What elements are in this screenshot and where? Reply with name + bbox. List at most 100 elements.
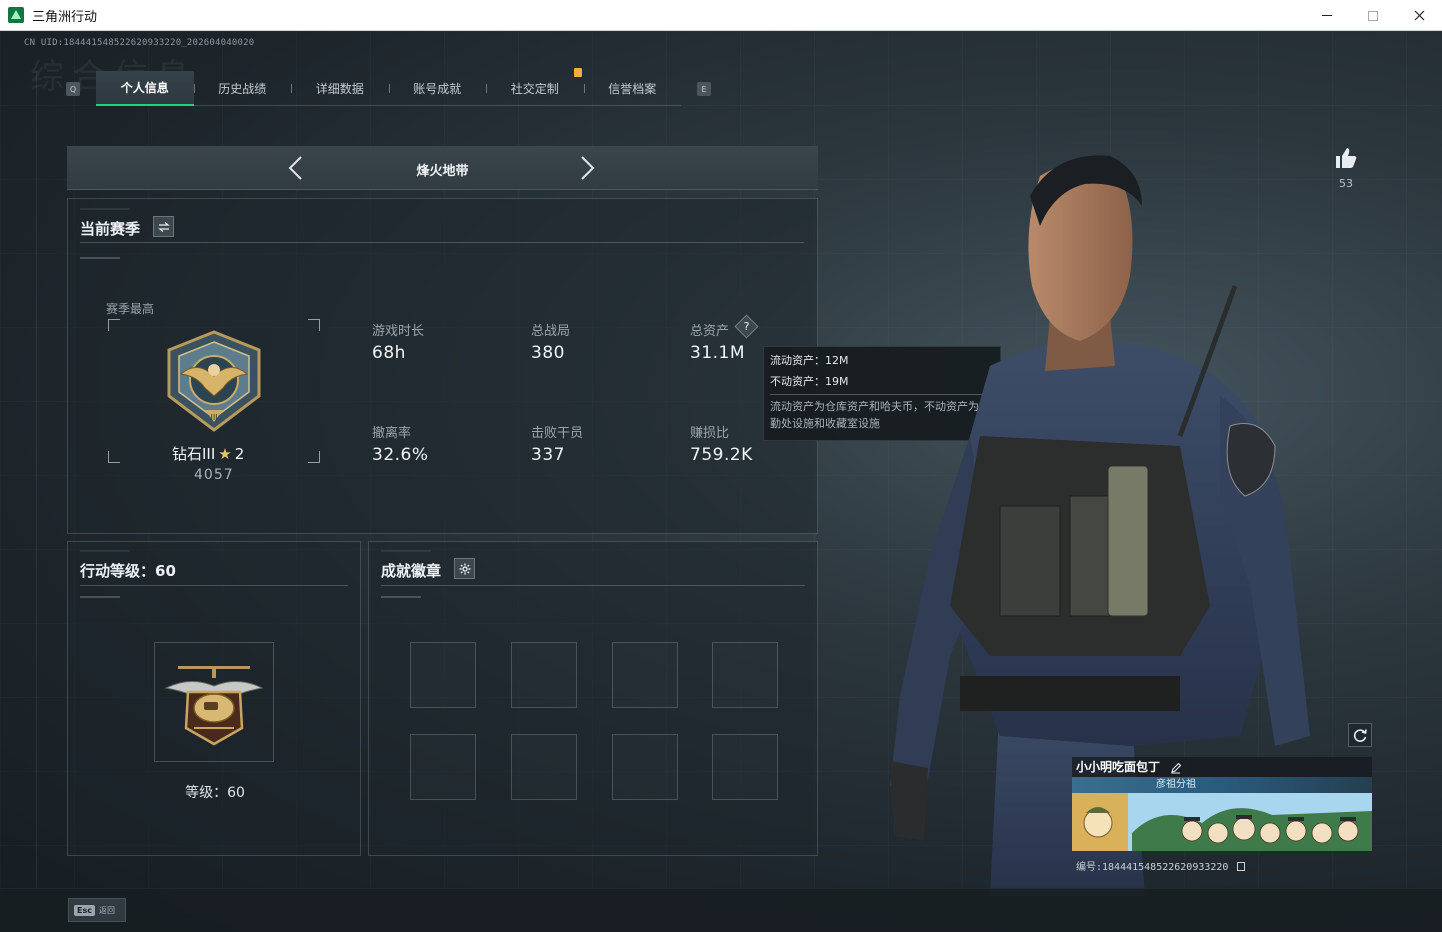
app-logo-icon <box>8 7 24 23</box>
badges-settings-button[interactable] <box>454 558 475 579</box>
switch-arrows-icon <box>157 221 170 232</box>
stat-play-time-value: 68h <box>372 343 406 363</box>
season-panel: 当前赛季 赛季最高 III 钻石III ★ 2 4057 游戏时长 68h 总战… <box>67 198 818 534</box>
tab-next-key-hint[interactable]: E <box>697 82 711 96</box>
tab-personal-info[interactable]: 个人信息 <box>96 71 194 106</box>
thumbs-up-icon <box>1336 148 1357 168</box>
frame-corner <box>108 319 120 331</box>
player-name-row: 小小明吃面包丁 <box>1072 757 1372 777</box>
stat-total-assets-value: 31.1M <box>690 343 746 363</box>
maximize-button[interactable] <box>1350 0 1396 31</box>
stat-play-time-label: 游戏时长 <box>372 324 425 339</box>
helicopter-level-emblem-icon <box>164 666 264 746</box>
star-icon: ★ <box>218 444 232 463</box>
badge-slot[interactable] <box>410 734 476 800</box>
stat-total-assets-label: 总资产 <box>690 324 730 339</box>
back-button[interactable]: Esc 返回 <box>68 898 126 922</box>
tab-achievements[interactable]: 账号成就 <box>388 71 487 106</box>
badge-slot[interactable] <box>612 734 678 800</box>
player-banner-image <box>1072 793 1372 851</box>
uid-text: CN UID:18444154852262093322​0_2026040400… <box>24 38 255 48</box>
player-serial: 编号:1844415485226209332​20 <box>1076 858 1246 873</box>
decor-line <box>36 71 37 891</box>
panel-decor <box>381 550 431 552</box>
edit-pencil-icon[interactable] <box>1170 762 1182 774</box>
minimize-button[interactable] <box>1304 0 1350 31</box>
season-peak-label: 赛季最高 <box>106 302 155 316</box>
panel-divider <box>80 585 348 586</box>
badge-slot[interactable] <box>410 642 476 708</box>
badge-slot[interactable] <box>712 734 778 800</box>
stat-total-matches-label: 总战局 <box>531 324 571 339</box>
svg-text:III: III <box>210 413 217 422</box>
copy-icon[interactable] <box>1237 862 1246 871</box>
panel-divider <box>381 585 805 586</box>
panel-decor <box>80 596 120 598</box>
player-name-card: 小小明吃面包丁 彦祖分祖 <box>1072 757 1372 854</box>
rank-name: 钻石III <box>172 445 216 463</box>
badges-panel: 成就徽章 <box>368 541 818 856</box>
badges-title: 成就徽章 <box>381 562 442 580</box>
panel-decor <box>80 550 130 552</box>
frame-corner <box>308 451 320 463</box>
stat-extract-rate-value: 32.6% <box>372 445 429 465</box>
stat-profit-ratio-value: 759.2K <box>690 445 753 465</box>
maximize-icon <box>1368 10 1378 21</box>
badge-slot[interactable] <box>511 734 577 800</box>
level-panel: 行动等级：60 等级：60 <box>67 541 361 856</box>
panel-decor <box>80 208 130 210</box>
tab-detailed-data[interactable]: 详细数据 <box>291 71 389 106</box>
rotate-character-button[interactable] <box>1348 723 1372 747</box>
rank-score: 4057 <box>194 467 234 483</box>
window-title: 三角洲行动 <box>32 9 98 25</box>
bottom-bar <box>0 888 1442 932</box>
stat-total-matches-value: 380 <box>531 343 565 363</box>
stat-kills-value: 337 <box>531 445 565 465</box>
rank-name-row: 钻石III ★ 2 <box>172 443 244 464</box>
tab-bar: 个人信息 历史战绩 详细数据 账号成就 社交定制 信誉档案 <box>96 71 681 106</box>
mode-title: 烽火地带 <box>416 164 469 179</box>
tab-social-custom[interactable]: 社交定制 <box>486 71 584 106</box>
refresh-icon <box>1353 729 1367 742</box>
back-label: 返回 <box>98 905 115 915</box>
panel-decor <box>381 596 421 598</box>
player-name: 小小明吃面包丁 <box>1076 760 1161 774</box>
tab-reputation[interactable]: 信誉档案 <box>583 71 682 106</box>
assets-help-button[interactable] <box>734 314 759 339</box>
tooltip-liquid-assets: 流动资产：12M <box>770 354 849 367</box>
season-switch-button[interactable] <box>153 216 174 237</box>
gear-icon <box>459 563 470 574</box>
panel-decor <box>80 257 120 259</box>
esc-key-hint: Esc <box>74 904 95 916</box>
stat-profit-ratio-label: 赚损比 <box>690 426 730 441</box>
mode-selector: 烽火地带 <box>67 146 818 190</box>
player-serial-text: 编号:1844415485226209332​20 <box>1076 862 1229 873</box>
stat-extract-rate-label: 撤离率 <box>372 426 412 441</box>
season-title: 当前赛季 <box>80 220 141 238</box>
level-label: 等级：60 <box>185 785 245 801</box>
tab-match-history[interactable]: 历史战绩 <box>193 71 292 106</box>
frame-corner <box>108 451 120 463</box>
badge-slot[interactable] <box>712 642 778 708</box>
tab-alert-badge <box>574 68 582 77</box>
tooltip-fixed-assets: 不动资产：19M <box>770 375 849 388</box>
frame-corner <box>308 319 320 331</box>
level-title: 行动等级：60 <box>80 562 176 580</box>
diamond-rank-emblem-icon: III <box>167 330 261 432</box>
badge-slot[interactable] <box>612 642 678 708</box>
stat-kills-label: 击败干员 <box>531 426 584 441</box>
mode-next-button[interactable] <box>574 155 598 181</box>
like-button[interactable] <box>1333 146 1359 174</box>
player-group: 彦祖分祖 <box>1072 777 1372 793</box>
badge-slot[interactable] <box>511 642 577 708</box>
window-titlebar: 三角洲行动 <box>0 0 1442 31</box>
game-viewport: 综合信息 CN UID:18444154852262093322​0_20260… <box>0 31 1442 932</box>
like-count: 53 <box>1339 177 1353 190</box>
chevron-right-icon <box>581 156 595 180</box>
panel-divider <box>80 242 804 243</box>
rank-stars: 2 <box>234 444 245 463</box>
minimize-icon <box>1322 15 1332 16</box>
close-icon <box>1414 10 1424 21</box>
close-button[interactable] <box>1396 0 1442 31</box>
tab-prev-key-hint[interactable]: Q <box>66 82 80 96</box>
